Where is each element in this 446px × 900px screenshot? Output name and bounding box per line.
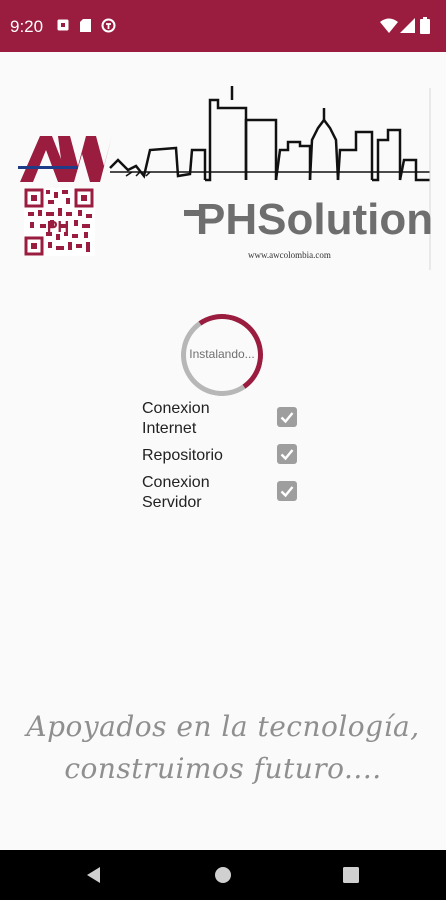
aw-logo [18,136,112,182]
status-time: 9:20 [10,17,44,36]
home-icon[interactable] [214,866,232,884]
qr-code: PH [24,188,95,256]
brand-name: PHSolution [196,195,433,244]
checklist-item-internet: Conexion Internet [142,399,312,439]
signal-icon [400,18,415,33]
battery-icon [420,17,430,34]
city-skyline [109,86,430,182]
brand-header: PH PHSolution www.awcolombia.com [0,80,446,270]
notification-square-icon [57,19,69,31]
svg-text:PH: PH [47,219,69,236]
checkbox-checked[interactable] [277,444,297,464]
check-icon [280,486,294,498]
recents-icon[interactable] [343,867,359,883]
checkbox-checked[interactable] [277,407,297,427]
tagline: Apoyados en la tecnología, construimos f… [0,706,446,790]
status-bar: 9:20 [0,0,446,52]
wifi-icon [380,18,398,33]
progress-label: Instalando... [189,347,255,361]
back-icon[interactable] [85,866,103,884]
checkbox-checked[interactable] [277,481,297,501]
checklist-item-repositorio: Repositorio [142,444,312,466]
website-text: www.awcolombia.com [248,250,331,260]
tagline-line-2: construimos futuro.... [64,752,382,785]
navigation-bar [0,850,446,900]
brand-banner: PH PHSolution www.awcolombia.com [18,86,433,270]
checklist-item-servidor: Conexion Servidor [142,473,312,513]
checklist-label: Conexion Servidor [142,474,210,511]
checklist-label: Conexion Internet [142,400,210,437]
tagline-line-1: Apoyados en la tecnología, [26,710,420,743]
check-icon [280,412,294,424]
phsolution-wordmark: PHSolution www.awcolombia.com [184,195,433,260]
check-icon [280,449,294,461]
vpn-key-icon [101,18,116,33]
sd-card-icon [80,19,91,32]
checklist-label: Repositorio [142,447,223,464]
status-right-icons [380,17,434,35]
